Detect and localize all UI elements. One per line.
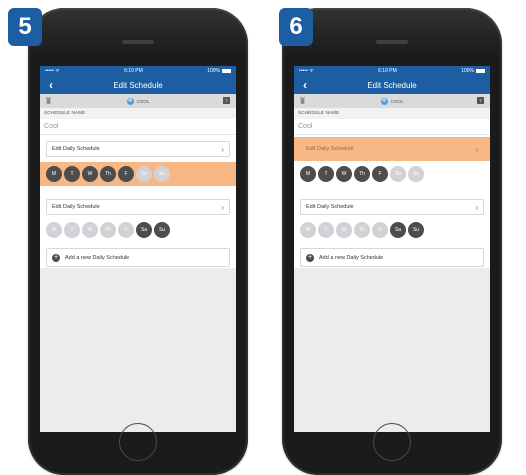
day-toggle-saturday[interactable]: Sa xyxy=(136,166,152,182)
schedule-content: SCHEDULE NAME Cool Edit Daily Schedule ›… xyxy=(40,108,236,268)
edit-daily-schedule-label: Edit Daily Schedule xyxy=(52,204,100,210)
battery-indicator: 100% xyxy=(461,68,485,74)
edit-daily-schedule-button-2[interactable]: Edit Daily Schedule › xyxy=(300,199,484,215)
add-daily-schedule-button[interactable]: + Add a new Daily Schedule xyxy=(46,248,230,267)
day-toggle-thursday[interactable]: Th xyxy=(100,222,116,238)
day-toggle-wednesday[interactable]: W xyxy=(82,166,98,182)
schedule-content: SCHEDULE NAME Cool Edit Daily Schedule ›… xyxy=(294,108,490,268)
day-selector-weekends: M T W Th F Sa Su xyxy=(300,222,424,238)
empty-area xyxy=(40,284,236,432)
day-selector-weekends: M T W Th F Sa Su xyxy=(46,222,170,238)
day-toggle-saturday[interactable]: Sa xyxy=(390,166,406,182)
day-toggle-monday[interactable]: M xyxy=(300,166,316,182)
day-toggle-tuesday[interactable]: T xyxy=(318,166,334,182)
nav-bar: ‹ Edit Schedule xyxy=(40,76,236,94)
day-toggle-sunday[interactable]: Su xyxy=(408,166,424,182)
snowflake-icon: ❄ xyxy=(126,97,134,105)
phone-left: ••••• ᯤ 6:10 PM 100% ‹ Edit Schedule ❄ C… xyxy=(28,8,248,475)
mode-bar: ❄ COOL 7 xyxy=(40,94,236,108)
edit-daily-schedule-button-2[interactable]: Edit Daily Schedule › xyxy=(46,199,230,215)
battery-icon xyxy=(475,69,485,73)
clock: 6:10 PM xyxy=(378,68,397,74)
day-toggle-friday[interactable]: F xyxy=(118,166,134,182)
screen: ••••• ᯤ 6:10 PM 100% ‹ Edit Schedule ❄ C… xyxy=(40,66,236,432)
plus-icon: + xyxy=(306,253,314,262)
day-toggle-thursday[interactable]: Th xyxy=(100,166,116,182)
battery-percent: 100% xyxy=(207,68,220,74)
status-bar: ••••• ᯤ 6:10 PM 100% xyxy=(294,66,490,76)
day-toggle-friday[interactable]: F xyxy=(118,222,134,238)
day-toggle-sunday[interactable]: Su xyxy=(154,166,170,182)
battery-indicator: 100% xyxy=(207,68,231,74)
clock: 6:10 PM xyxy=(124,68,143,74)
phone-right: ••••• ᯤ 6:10 PM 100% ‹ Edit Schedule ❄ C… xyxy=(282,8,502,475)
schedule-name-label: SCHEDULE NAME xyxy=(40,108,236,119)
chevron-right-icon: › xyxy=(221,202,224,212)
edit-daily-schedule-label: Edit Daily Schedule xyxy=(306,146,354,152)
add-daily-schedule-label: Add a new Daily Schedule xyxy=(65,254,130,261)
edit-daily-schedule-button[interactable]: Edit Daily Schedule › xyxy=(300,141,484,157)
day-toggle-friday[interactable]: F xyxy=(372,166,388,182)
plus-icon: + xyxy=(52,253,60,262)
speaker-grille xyxy=(376,40,408,44)
trash-icon[interactable] xyxy=(46,97,51,104)
day-toggle-monday[interactable]: M xyxy=(300,222,316,238)
empty-area xyxy=(294,284,490,432)
add-daily-schedule-button[interactable]: + Add a new Daily Schedule xyxy=(300,248,484,267)
carrier-signal: ••••• ᯤ xyxy=(45,68,60,74)
mode-label: COOL xyxy=(136,98,150,104)
day-selector-weekdays: M T W Th F Sa Su xyxy=(300,166,424,182)
mode-label: COOL xyxy=(390,98,404,104)
day-toggle-tuesday[interactable]: T xyxy=(64,222,80,238)
back-chevron-icon[interactable]: ‹ xyxy=(44,76,58,94)
step-badge-6: 6 xyxy=(279,8,313,46)
chevron-right-icon: › xyxy=(221,144,224,154)
nav-bar: ‹ Edit Schedule xyxy=(294,76,490,94)
day-toggle-saturday[interactable]: Sa xyxy=(390,222,406,238)
schedule-name-field[interactable]: Cool xyxy=(40,119,236,135)
day-toggle-monday[interactable]: M xyxy=(46,222,62,238)
schedule-name-field[interactable]: Cool xyxy=(294,119,490,135)
battery-percent: 100% xyxy=(461,68,474,74)
add-daily-schedule-label: Add a new Daily Schedule xyxy=(319,254,384,261)
snowflake-icon: ❄ xyxy=(380,97,388,105)
day-toggle-tuesday[interactable]: T xyxy=(318,222,334,238)
day-toggle-sunday[interactable]: Su xyxy=(154,222,170,238)
home-button[interactable] xyxy=(373,423,411,461)
step-badge-5: 5 xyxy=(8,8,42,46)
day-toggle-thursday[interactable]: Th xyxy=(354,222,370,238)
back-chevron-icon[interactable]: ‹ xyxy=(298,76,312,94)
battery-icon xyxy=(221,69,231,73)
day-toggle-wednesday[interactable]: W xyxy=(82,222,98,238)
screen: ••••• ᯤ 6:10 PM 100% ‹ Edit Schedule ❄ C… xyxy=(294,66,490,432)
page-title: Edit Schedule xyxy=(367,80,417,90)
chevron-right-icon: › xyxy=(475,144,478,154)
day-toggle-thursday[interactable]: Th xyxy=(354,166,370,182)
day-toggle-sunday[interactable]: Su xyxy=(408,222,424,238)
day-toggle-friday[interactable]: F xyxy=(372,222,388,238)
day-toggle-wednesday[interactable]: W xyxy=(336,222,352,238)
carrier-signal: ••••• ᯤ xyxy=(299,68,314,74)
trash-icon[interactable] xyxy=(300,97,305,104)
mode-bar: ❄ COOL 7 xyxy=(294,94,490,108)
home-button[interactable] xyxy=(119,423,157,461)
day-selector-weekdays: M T W Th F Sa Su xyxy=(46,166,170,182)
status-bar: ••••• ᯤ 6:10 PM 100% xyxy=(40,66,236,76)
chevron-right-icon: › xyxy=(475,202,478,212)
day-toggle-monday[interactable]: M xyxy=(46,166,62,182)
page-title: Edit Schedule xyxy=(113,80,163,90)
day-toggle-saturday[interactable]: Sa xyxy=(136,222,152,238)
edit-daily-schedule-label: Edit Daily Schedule xyxy=(52,146,100,152)
schedule-name-label: SCHEDULE NAME xyxy=(294,108,490,119)
day-toggle-wednesday[interactable]: W xyxy=(336,166,352,182)
day-toggle-tuesday[interactable]: T xyxy=(64,166,80,182)
calendar-icon[interactable]: 7 xyxy=(477,97,484,104)
calendar-icon[interactable]: 7 xyxy=(223,97,230,104)
edit-daily-schedule-button[interactable]: Edit Daily Schedule › xyxy=(46,141,230,157)
speaker-grille xyxy=(122,40,154,44)
edit-daily-schedule-label: Edit Daily Schedule xyxy=(306,204,354,210)
